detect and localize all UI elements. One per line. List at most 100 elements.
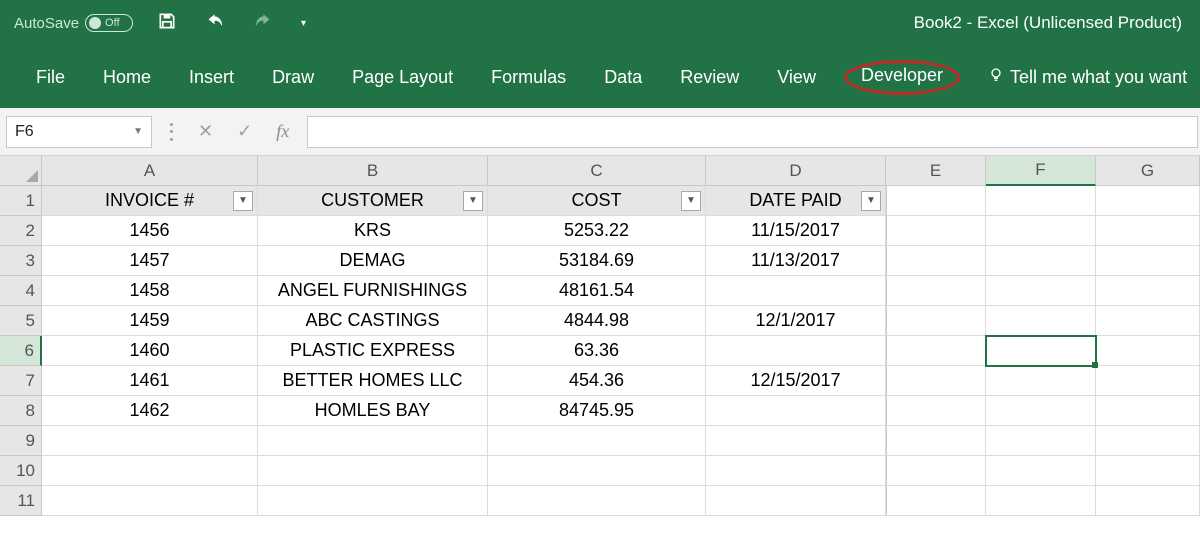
cell[interactable]: INVOICE #▼ [42, 186, 258, 216]
cell[interactable]: 1462 [42, 396, 258, 426]
autosave-control[interactable]: AutoSave Off [14, 14, 133, 32]
cell[interactable] [886, 276, 986, 306]
column-header[interactable]: D [706, 156, 886, 186]
cell[interactable] [986, 486, 1096, 516]
cell[interactable]: 1458 [42, 276, 258, 306]
cell[interactable] [1096, 456, 1200, 486]
cell[interactable]: 5253.22 [488, 216, 706, 246]
grip-icon[interactable] [170, 123, 174, 141]
name-box[interactable]: F6 ▼ [6, 116, 152, 148]
cell[interactable] [986, 456, 1096, 486]
cell[interactable] [886, 426, 986, 456]
cell[interactable] [886, 366, 986, 396]
cell[interactable] [886, 396, 986, 426]
cell[interactable] [886, 306, 986, 336]
row-header[interactable]: 9 [0, 426, 42, 456]
column-header[interactable]: A [42, 156, 258, 186]
cell[interactable] [706, 336, 886, 366]
tab-data[interactable]: Data [604, 67, 642, 88]
select-all-corner[interactable] [0, 156, 42, 186]
tab-formulas[interactable]: Formulas [491, 67, 566, 88]
tab-insert[interactable]: Insert [189, 67, 234, 88]
qat-customize-icon[interactable]: ▾ [301, 18, 306, 29]
cell[interactable] [986, 336, 1096, 366]
column-header[interactable]: F [986, 156, 1096, 186]
cell[interactable] [986, 186, 1096, 216]
tab-review[interactable]: Review [680, 67, 739, 88]
cell[interactable] [1096, 276, 1200, 306]
cell[interactable]: 1460 [42, 336, 258, 366]
cell[interactable] [1096, 486, 1200, 516]
row-header[interactable]: 3 [0, 246, 42, 276]
cell[interactable] [986, 306, 1096, 336]
cell[interactable] [706, 426, 886, 456]
cell[interactable] [886, 186, 986, 216]
cell[interactable]: HOMLES BAY [258, 396, 488, 426]
tab-file[interactable]: File [36, 67, 65, 88]
cell[interactable] [1096, 246, 1200, 276]
cell[interactable] [488, 426, 706, 456]
chevron-down-icon[interactable]: ▼ [133, 126, 143, 137]
fx-icon[interactable]: fx [276, 121, 289, 142]
cell[interactable]: 1459 [42, 306, 258, 336]
cell[interactable] [986, 366, 1096, 396]
tab-page-layout[interactable]: Page Layout [352, 67, 453, 88]
cell[interactable] [886, 216, 986, 246]
cell[interactable] [706, 456, 886, 486]
cell[interactable]: 1461 [42, 366, 258, 396]
cell[interactable] [986, 276, 1096, 306]
cell[interactable] [42, 426, 258, 456]
cell[interactable] [42, 456, 258, 486]
cell[interactable]: 11/15/2017 [706, 216, 886, 246]
cell[interactable]: 63.36 [488, 336, 706, 366]
row-header[interactable]: 4 [0, 276, 42, 306]
spreadsheet-grid[interactable]: ABCDEFG1INVOICE #▼CUSTOMER▼COST▼DATE PAI… [0, 156, 1200, 516]
cell[interactable] [706, 486, 886, 516]
cell[interactable] [886, 246, 986, 276]
cell[interactable] [258, 426, 488, 456]
cell[interactable]: 12/1/2017 [706, 306, 886, 336]
cell[interactable] [986, 396, 1096, 426]
formula-input[interactable] [307, 116, 1198, 148]
cell[interactable]: PLASTIC EXPRESS [258, 336, 488, 366]
cell[interactable]: DEMAG [258, 246, 488, 276]
cell[interactable] [1096, 426, 1200, 456]
cell[interactable]: 4844.98 [488, 306, 706, 336]
cell[interactable] [886, 336, 986, 366]
filter-dropdown-icon[interactable]: ▼ [463, 191, 483, 211]
column-header[interactable]: E [886, 156, 986, 186]
cell[interactable] [42, 486, 258, 516]
cell[interactable] [1096, 216, 1200, 246]
cell[interactable]: 1456 [42, 216, 258, 246]
save-icon[interactable] [157, 11, 177, 36]
undo-icon[interactable] [205, 11, 225, 36]
row-header[interactable]: 10 [0, 456, 42, 486]
row-header[interactable]: 11 [0, 486, 42, 516]
cell[interactable]: ANGEL FURNISHINGS [258, 276, 488, 306]
cell[interactable] [488, 486, 706, 516]
cell[interactable] [706, 396, 886, 426]
cell[interactable]: BETTER HOMES LLC [258, 366, 488, 396]
tab-developer[interactable]: Developer [844, 60, 960, 95]
cell[interactable] [986, 216, 1096, 246]
row-header[interactable]: 1 [0, 186, 42, 216]
cell[interactable]: KRS [258, 216, 488, 246]
cell[interactable] [258, 456, 488, 486]
tab-draw[interactable]: Draw [272, 67, 314, 88]
cell[interactable]: 12/15/2017 [706, 366, 886, 396]
cell[interactable] [886, 456, 986, 486]
cell[interactable] [986, 246, 1096, 276]
cell[interactable]: CUSTOMER▼ [258, 186, 488, 216]
cell[interactable] [986, 426, 1096, 456]
filter-dropdown-icon[interactable]: ▼ [233, 191, 253, 211]
row-header[interactable]: 5 [0, 306, 42, 336]
cell[interactable]: 53184.69 [488, 246, 706, 276]
cell[interactable]: 1457 [42, 246, 258, 276]
autosave-toggle[interactable]: Off [85, 14, 133, 32]
cell[interactable] [488, 456, 706, 486]
tell-me-search[interactable]: Tell me what you want [988, 67, 1187, 88]
cell[interactable]: COST▼ [488, 186, 706, 216]
row-header[interactable]: 8 [0, 396, 42, 426]
tab-view[interactable]: View [777, 67, 816, 88]
cell[interactable]: 48161.54 [488, 276, 706, 306]
